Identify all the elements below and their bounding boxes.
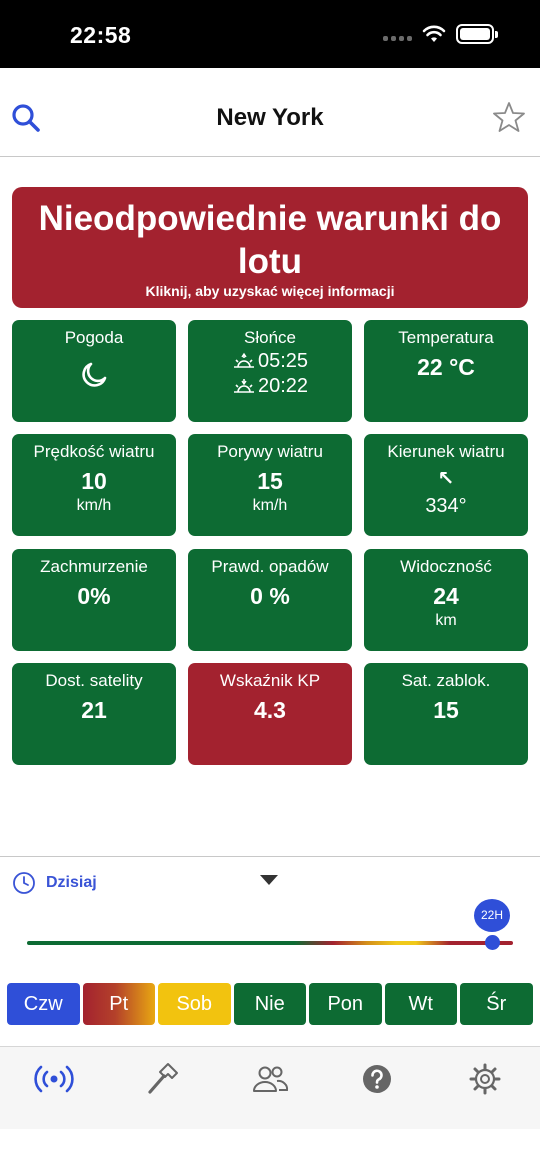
day-tab-tuesday[interactable]: Wt [384, 983, 457, 1025]
wind-direction-arrow-icon: ↖ [437, 468, 455, 490]
status-icons [383, 24, 498, 44]
day-tab-thursday[interactable]: Czw [7, 983, 80, 1025]
help-icon [363, 1065, 391, 1093]
tile-wind-gusts[interactable]: Porywy wiatru 15 km/h [188, 434, 352, 536]
flight-conditions-banner[interactable]: Nieodpowiednie warunki do lotu Kliknij, … [12, 187, 528, 308]
tab-help[interactable] [355, 1061, 399, 1097]
header: New York [0, 68, 540, 157]
day-tab-monday[interactable]: Pon [309, 983, 382, 1025]
day-tab-sunday[interactable]: Nie [233, 983, 306, 1025]
clouds-value: 0% [77, 583, 111, 609]
chevron-down-icon[interactable] [260, 875, 278, 885]
tile-label: Sat. zablok. [401, 671, 491, 690]
tile-label: Prędkość wiatru [33, 442, 155, 461]
status-time: 22:58 [70, 22, 132, 48]
clock-icon [13, 872, 35, 894]
sunrise-row: 05:25 [188, 350, 352, 373]
status-bar: 22:58 [0, 0, 540, 68]
tab-conditions[interactable] [32, 1061, 76, 1097]
forecast-timeline: Dzisiaj 22H Czw Pt Sob Nie Pon Wt Śr [0, 856, 540, 1046]
tile-label: Pogoda [64, 328, 124, 347]
hour-slider-track[interactable] [27, 941, 513, 945]
day-selector-label: Dzisiaj [46, 874, 97, 891]
day-tab-wednesday[interactable]: Śr [460, 983, 533, 1025]
tile-weather[interactable]: Pogoda [12, 320, 176, 422]
tile-satellites[interactable]: Dost. satelity 21 [12, 663, 176, 765]
tile-label: Zachmurzenie [40, 557, 148, 576]
sunrise-icon [233, 352, 254, 368]
tile-label: Prawd. opadów [211, 557, 329, 576]
kp-index-value: 4.3 [254, 697, 286, 723]
wind-gusts-value: 15 [257, 468, 283, 494]
wind-speed-value: 10 [81, 468, 107, 494]
day-tabs: Czw Pt Sob Nie Pon Wt Śr [7, 983, 533, 1025]
tile-kp-index[interactable]: Wskaźnik KP 4.3 [188, 663, 352, 765]
tile-label: Wskaźnik KP [219, 671, 321, 690]
sunrise-time: 05:25 [257, 350, 309, 372]
tile-sun[interactable]: Słońce 05:25 20:22 [188, 320, 352, 422]
tile-clouds[interactable]: Zachmurzenie 0% [12, 549, 176, 651]
day-selector[interactable]: Dzisiaj [12, 871, 97, 895]
people-icon [253, 1066, 289, 1092]
banner-title: Nieodpowiednie warunki do lotu [38, 199, 502, 281]
wind-direction-value: 334° [425, 495, 467, 517]
tile-label: Dost. satelity [45, 671, 143, 690]
tile-label: Kierunek wiatru [387, 442, 505, 461]
day-tab-saturday[interactable]: Sob [158, 983, 231, 1025]
tile-label: Widoczność [400, 557, 492, 576]
settings-gear-icon [469, 1063, 501, 1095]
page-title: New York [216, 104, 324, 131]
day-tab-friday[interactable]: Pt [82, 983, 155, 1025]
tab-bar [0, 1046, 540, 1129]
wind-gusts-unit: km/h [252, 497, 288, 514]
tile-label: Słońce [244, 328, 296, 347]
visibility-value: 24 [433, 583, 459, 609]
moon-icon [82, 362, 107, 387]
locked-satellites-value: 15 [433, 697, 459, 723]
tile-label: Temperatura [398, 328, 494, 347]
tile-label: Porywy wiatru [217, 442, 323, 461]
tile-wind-speed[interactable]: Prędkość wiatru 10 km/h [12, 434, 176, 536]
tile-visibility[interactable]: Widoczność 24 km [364, 549, 528, 651]
temperature-value: 22 °C [417, 354, 475, 380]
tab-settings[interactable] [463, 1061, 507, 1097]
tab-tools[interactable] [140, 1061, 184, 1097]
sunset-time: 20:22 [257, 375, 309, 397]
wifi-icon [422, 25, 446, 42]
battery-icon [456, 24, 498, 44]
sunset-icon [233, 378, 254, 393]
home-indicator-area [0, 1129, 540, 1171]
tab-community[interactable] [248, 1061, 292, 1097]
hour-bubble: 22H [474, 899, 510, 932]
broadcast-icon [34, 1065, 74, 1093]
tile-locked-satellites[interactable]: Sat. zablok. 15 [364, 663, 528, 765]
tile-precipitation[interactable]: Prawd. opadów 0 % [188, 549, 352, 651]
hammer-icon [148, 1063, 178, 1094]
precipitation-value: 0 % [250, 583, 290, 609]
wind-speed-unit: km/h [76, 497, 112, 514]
cellular-signal-icon [383, 27, 412, 41]
sunset-row: 20:22 [188, 375, 352, 398]
favorite-star-icon[interactable] [492, 100, 526, 134]
hour-slider-thumb[interactable] [485, 935, 500, 950]
tile-wind-direction[interactable]: Kierunek wiatru ↖ 334° [364, 434, 528, 536]
banner-subtitle: Kliknij, aby uzyskać więcej informacji [145, 283, 395, 299]
satellites-value: 21 [81, 697, 107, 723]
tile-temperature[interactable]: Temperatura 22 °C [364, 320, 528, 422]
visibility-unit: km [435, 612, 457, 629]
